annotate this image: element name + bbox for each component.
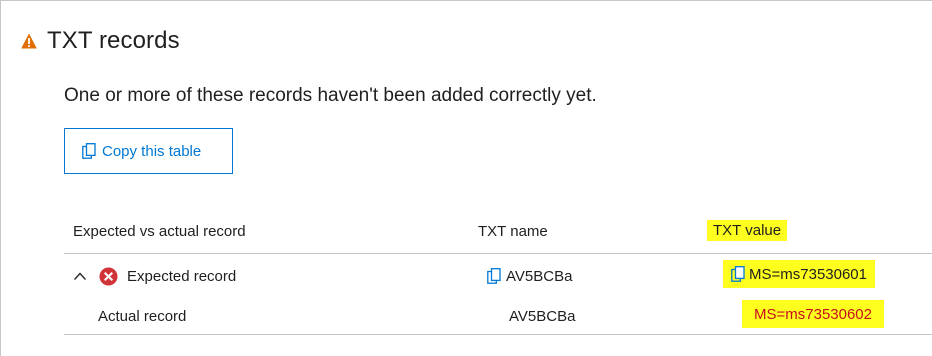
column-header-txt-name: TXT name — [478, 223, 548, 240]
copy-icon[interactable] — [487, 268, 501, 284]
txt-name-value: AV5BCBa — [509, 307, 576, 325]
copy-icon — [82, 143, 96, 159]
copy-table-button[interactable]: Copy this table — [64, 128, 233, 174]
column-header-record: Expected vs actual record — [73, 223, 246, 240]
error-circle-icon — [99, 266, 118, 286]
txt-name-value: AV5BCBa — [506, 267, 573, 285]
txt-value-cell: MS=ms73530601 — [723, 260, 875, 288]
copy-table-label: Copy this table — [102, 142, 202, 160]
table-row-expected: Expected record — [73, 264, 236, 288]
record-label: Actual record — [98, 307, 187, 325]
column-header-txt-value: TXT value — [707, 220, 788, 241]
chevron-up-icon[interactable] — [73, 271, 87, 281]
warning-triangle-icon — [21, 33, 37, 49]
txt-value-cell: MS=ms73530602 — [742, 300, 884, 328]
txt-value-expected: MS=ms73530601 — [749, 265, 867, 283]
section-title: TXT records — [47, 27, 180, 54]
section-header: TXT records — [21, 27, 180, 55]
txt-records-panel: TXT records One or more of these records… — [0, 0, 932, 356]
table-row-actual: Actual record — [98, 304, 186, 328]
txt-name-cell: AV5BCBa — [509, 304, 575, 328]
copy-icon[interactable] — [731, 266, 745, 282]
txt-name-cell: AV5BCBa — [487, 264, 572, 288]
status-message: One or more of these records haven't bee… — [64, 85, 597, 106]
header-divider — [64, 253, 932, 254]
txt-value-actual: MS=ms73530602 — [754, 305, 872, 323]
record-label: Expected record — [127, 267, 237, 285]
row-divider — [64, 334, 932, 335]
